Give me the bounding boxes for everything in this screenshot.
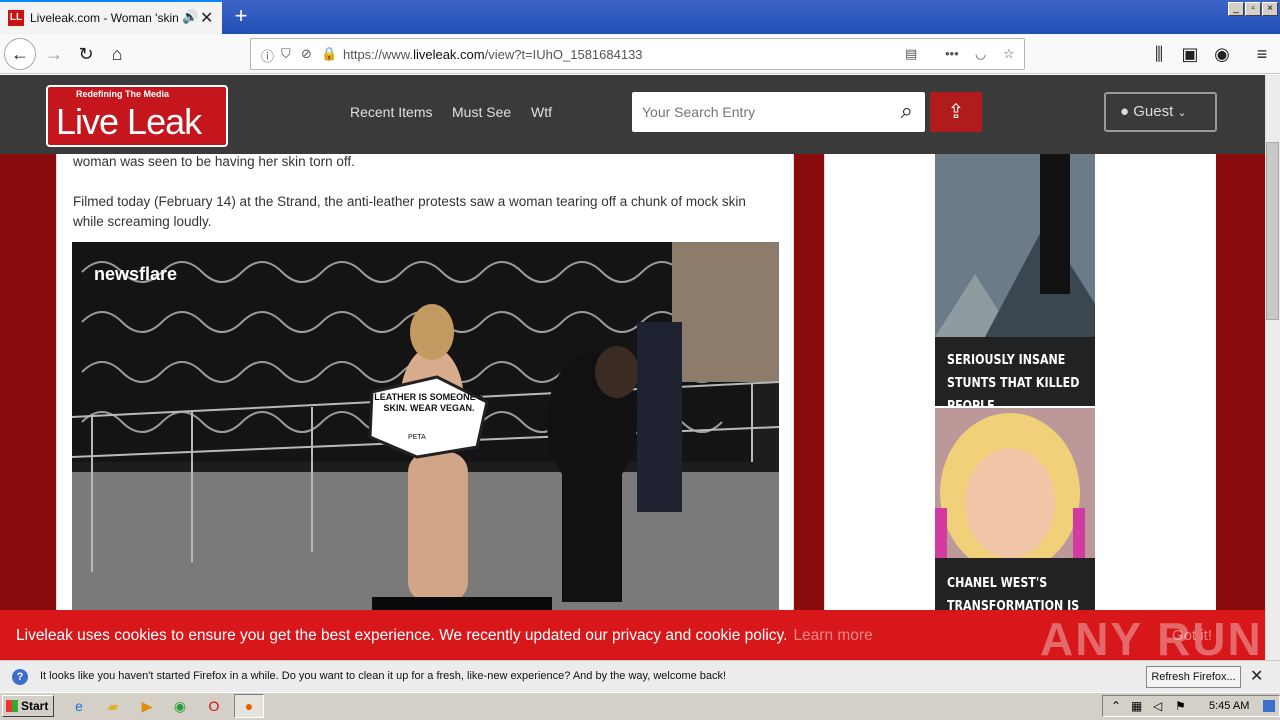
tab-title: Liveleak.com - Woman 'skinned [30,11,178,25]
firefox-taskbar-icon[interactable]: ● [234,694,264,718]
show-desktop-icon[interactable] [1263,700,1275,712]
url-text[interactable]: https://www.liveleak.com/view?t=IUhO_158… [343,47,643,62]
video-frame [72,242,779,610]
minimize-button[interactable]: _ [1228,2,1244,16]
chevron-down-icon: ⌄ [1177,107,1187,119]
ad-image-stunts [935,154,1095,337]
home-icon[interactable]: ⌂ [103,40,131,68]
article-paragraph-2: Filmed today (February 14) at the Strand… [73,194,746,229]
speaker-icon[interactable]: 🔊 [182,9,198,25]
guest-label: Guest [1133,103,1174,120]
user-icon: ● [1120,103,1130,120]
logo-name: Live Leak [56,101,202,142]
menu-icon[interactable]: ≡ [1248,40,1276,68]
browser-tab-active[interactable]: LL Liveleak.com - Woman 'skinned 🔊 ✕ [0,0,222,34]
question-icon: ? [12,669,28,685]
url-bar[interactable]: ⓘ ⛉ ⊘ 🔒 https://www.liveleak.com/view?t=… [250,38,1025,70]
permissions-icon[interactable]: ⊘ [301,46,312,62]
chrome-icon[interactable]: ◉ [171,697,189,715]
page-actions-icon[interactable]: ••• [945,46,959,61]
nav-recent-items[interactable]: Recent Items [350,104,432,120]
url-domain: liveleak.com [413,47,485,62]
clock: 5:45 AM [1209,700,1250,712]
liveleak-logo[interactable]: Redefining The Media Live Leak [46,85,228,147]
windows-taskbar [0,692,1280,720]
video-player[interactable]: newsflare LEATHER IS SOMEONE'S SKIN. WEA… [72,242,779,610]
info-icon[interactable]: ⓘ [261,46,274,65]
reader-view-icon[interactable]: ▤ [905,46,917,62]
opera-icon[interactable]: O [205,697,223,715]
shield-icon[interactable]: ⛉ [281,46,291,62]
flag-icon[interactable]: ⚑ [1175,699,1186,713]
bookmark-star-icon[interactable]: ☆ [1003,46,1015,62]
navigation-toolbar: ← → ↻ ⌂ ⓘ ⛉ ⊘ 🔒 https://www.liveleak.com… [0,34,1280,74]
scrollbar-thumb[interactable] [1266,142,1279,320]
upload-button[interactable]: ⇪ [930,92,982,132]
new-tab-button[interactable]: + [230,3,252,29]
cookie-message-text: Liveleak uses cookies to ensure you get … [16,627,788,644]
start-label: Start [21,699,49,713]
sidebar-icon[interactable]: ▣ [1176,40,1204,68]
tray-expand-icon[interactable]: ⌃ [1111,699,1121,713]
refresh-firefox-button[interactable]: Refresh Firefox... [1146,666,1241,688]
volume-icon[interactable]: ◁ [1153,699,1162,713]
guest-menu-button[interactable]: ● Guest ⌄ [1104,92,1217,132]
cookie-message: Liveleak uses cookies to ensure you get … [16,627,873,645]
start-button[interactable]: Start [2,695,54,717]
pocket-icon[interactable]: ◡ [975,46,986,62]
account-icon[interactable]: ◉ [1208,40,1236,68]
anyrun-watermark: ANY RUN [1040,613,1263,665]
url-path: /view?t=IUhO_1581684133 [484,47,643,62]
logo-tagline: Redefining The Media [76,89,170,99]
system-tray: ⌃ ▦ ◁ ⚑ 5:45 AM [1102,695,1280,717]
network-icon[interactable]: ▦ [1131,699,1142,713]
ad-caption-chanel: CHANEL WEST'S TRANSFORMATION IS [947,576,1080,610]
library-icon[interactable]: ⫼ [1145,40,1173,68]
ad-image-chanel [935,408,1095,573]
article-paragraph-1: woman was seen to be having her skin tor… [73,154,355,169]
lock-icon: 🔒 [321,46,338,61]
sidebar-ad-stunts[interactable]: SERIOUSLY INSANE STUNTS THAT KILLED PEOP… [935,154,1095,414]
close-tab-icon[interactable]: ✕ [200,8,213,28]
media-player-icon[interactable]: ▶ [138,697,156,715]
close-notification-icon[interactable]: ✕ [1250,666,1263,686]
forward-arrow-icon[interactable]: → [40,40,68,68]
sidebar-ad-chanel[interactable]: CHANEL WEST'S TRANSFORMATION IS [935,408,1095,610]
close-window-button[interactable]: × [1262,2,1278,16]
back-arrow-icon[interactable]: ← [4,38,36,70]
restore-button[interactable]: ▫ [1245,2,1261,16]
notification-message: It looks like you haven't started Firefo… [40,670,727,682]
reload-icon[interactable]: ↻ [72,40,100,68]
search-icon[interactable]: ⌕ [901,98,913,124]
newsflare-watermark: newsflare [94,264,178,284]
protest-sign-text: LEATHER IS SOMEONE'S SKIN. WEAR VEGAN. [374,392,484,413]
url-prefix: https://www. [343,47,414,62]
internet-explorer-icon[interactable]: e [70,697,88,715]
upload-icon: ⇪ [947,101,965,123]
folder-icon[interactable]: ▰ [104,697,122,715]
windows-logo-icon [6,700,18,712]
search-input[interactable] [642,101,872,123]
firefox-notification-bar: ? It looks like you haven't started Fire… [0,660,1280,692]
search-box: ⌕ [632,92,925,132]
nav-wtf[interactable]: Wtf [531,104,552,120]
protest-sign-brand: PETA [408,434,426,441]
liveleak-favicon-icon: LL [8,10,24,26]
nav-must-see[interactable]: Must See [452,104,511,120]
learn-more-link[interactable]: Learn more [793,627,872,644]
